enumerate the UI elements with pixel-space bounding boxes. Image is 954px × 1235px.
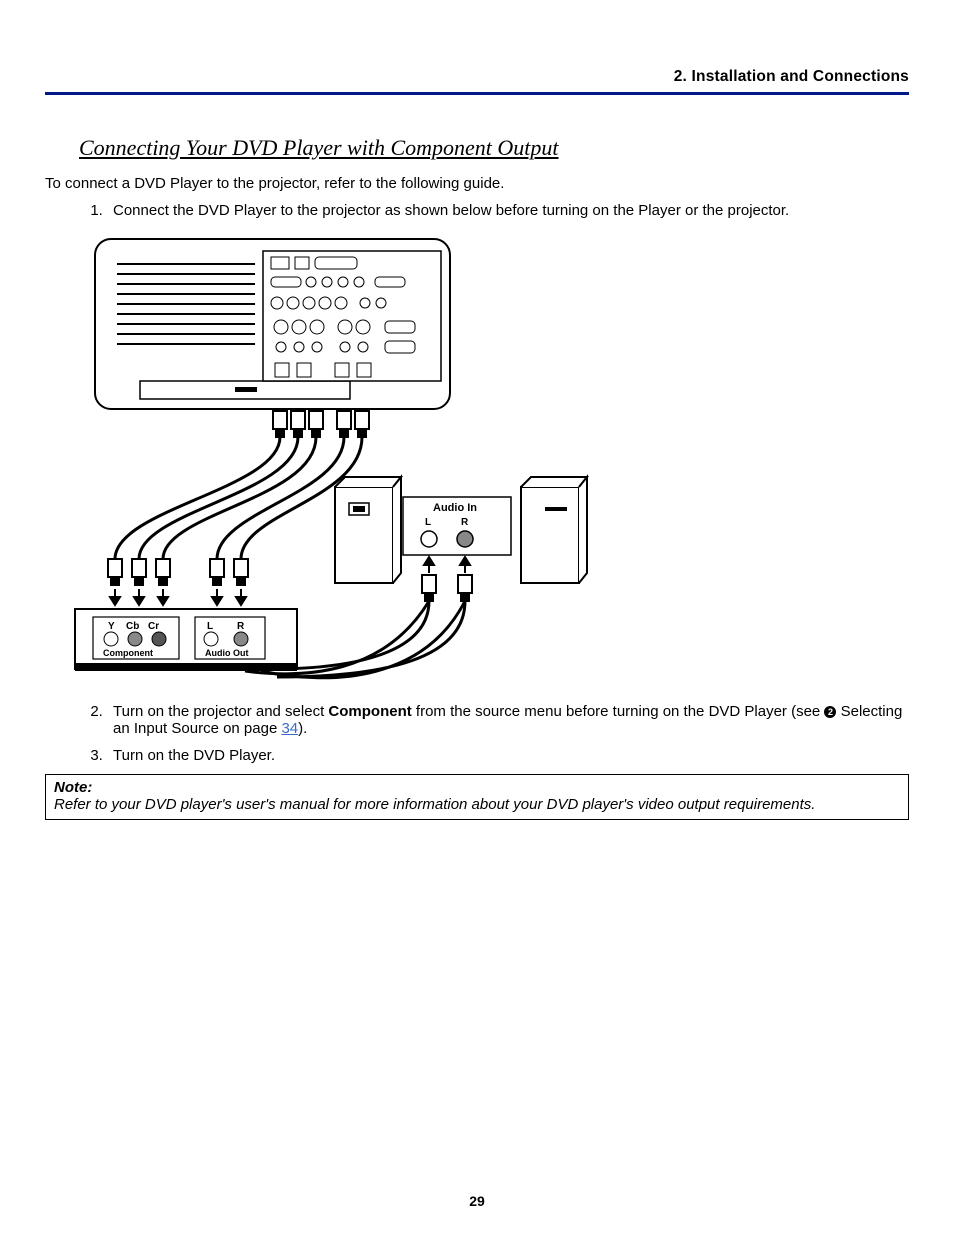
cable-plugs-top — [273, 411, 369, 437]
step-1: Connect the DVD Player to the projector … — [107, 202, 909, 219]
label-audio-out: Audio Out — [205, 648, 249, 658]
up-arrows — [424, 557, 470, 573]
label-r-out: R — [237, 621, 245, 632]
label-l-out: L — [207, 621, 213, 632]
cable-plugs-amp — [422, 575, 472, 601]
step-3-text: Turn on the DVD Player. — [113, 747, 275, 764]
label-l-in: L — [425, 517, 431, 528]
step-2-text-a: Turn on the projector and select — [113, 703, 328, 720]
dvd-player-icon: Y Cb Cr Component L R Audio Out — [75, 609, 297, 671]
step-2: Turn on the projector and select Compone… — [107, 703, 909, 737]
label-component: Component — [103, 648, 153, 658]
label-audio-in: Audio In — [433, 502, 477, 514]
step-2-text-d: ). — [298, 720, 307, 737]
label-y: Y — [108, 621, 115, 632]
down-arrows — [110, 589, 246, 605]
label-r-in: R — [461, 517, 469, 528]
page-ref-link[interactable]: 34 — [281, 720, 298, 737]
steps-list: Connect the DVD Player to the projector … — [85, 202, 909, 219]
header-section-label: 2. Installation and Connections — [45, 68, 909, 86]
steps-list-cont: Turn on the projector and select Compone… — [85, 703, 909, 764]
header-rule — [45, 92, 909, 95]
section-title: Connecting Your DVD Player with Componen… — [79, 135, 909, 161]
page-number: 29 — [0, 1193, 954, 1209]
step-2-text-b: from the source menu before turning on t… — [412, 703, 825, 720]
step-2-bold: Component — [328, 703, 411, 720]
step-3: Turn on the DVD Player. — [107, 747, 909, 764]
intro-text: To connect a DVD Player to the projector… — [45, 175, 909, 192]
projector-icon — [95, 239, 450, 409]
label-cb: Cb — [126, 621, 139, 632]
note-box: Note: Refer to your DVD player's user's … — [45, 774, 909, 820]
note-body: Refer to your DVD player's user's manual… — [54, 796, 815, 813]
cable-plugs-dvd — [108, 559, 248, 585]
step-1-text: Connect the DVD Player to the projector … — [113, 202, 789, 219]
label-cr: Cr — [148, 621, 159, 632]
page: 2. Installation and Connections Connecti… — [0, 0, 954, 1235]
black-circle-number-icon: 2 — [824, 706, 836, 718]
note-label: Note: — [54, 779, 92, 796]
audio-in-panel: Audio In L R — [403, 497, 511, 555]
connection-diagram: Y Cb Cr Component L R Audio Out — [45, 229, 909, 689]
